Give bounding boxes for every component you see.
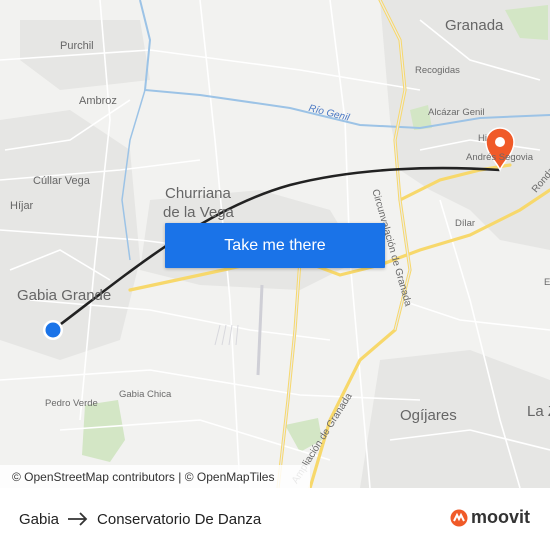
map-view[interactable]: Purchil Ambroz Cúllar Vega Híjar Gabia G… [0,0,550,488]
place-label-purchil: Purchil [60,40,94,52]
place-label-hi: Hi [478,133,487,144]
origin-marker[interactable] [43,320,63,340]
place-label-cullar-vega: Cúllar Vega [33,175,90,187]
moovit-wordmark: moovit [470,507,530,527]
place-label-hijar: Híjar [10,200,34,212]
route-origin: Gabia [19,510,60,528]
place-label-ambroz: Ambroz [79,95,117,107]
place-label-gabia-grande: Gabia Grande [17,287,112,304]
place-label-dilar: Dílar [455,218,476,229]
place-label-edge: E [544,277,550,288]
place-label-churriana-2: de la Vega [163,204,234,221]
place-label-churriana-1: Churriana [165,185,231,202]
place-label-gabia-chica: Gabia Chica [119,389,172,400]
place-label-ogijares: Ogíjares [400,407,457,424]
place-label-recogidas: Recogidas [415,65,460,76]
place-label-pedro-verde: Pedro Verde [45,398,98,409]
take-me-there-button[interactable]: Take me there [165,223,385,268]
place-label-granada: Granada [445,17,504,34]
place-label-la-zubia: La Z [527,403,550,420]
place-label-alcazar-genil: Alcázar Genil [428,107,485,118]
route-destination: Conservatorio De Danza [97,510,262,528]
map-attribution[interactable]: © OpenStreetMap contributors | © OpenMap… [0,465,310,488]
moovit-logo: moovit [450,507,530,528]
arrow-right-icon [67,512,89,526]
moovit-logo-icon [450,509,468,526]
place-label-andres-segovia: Andrés Segovia [466,152,534,163]
